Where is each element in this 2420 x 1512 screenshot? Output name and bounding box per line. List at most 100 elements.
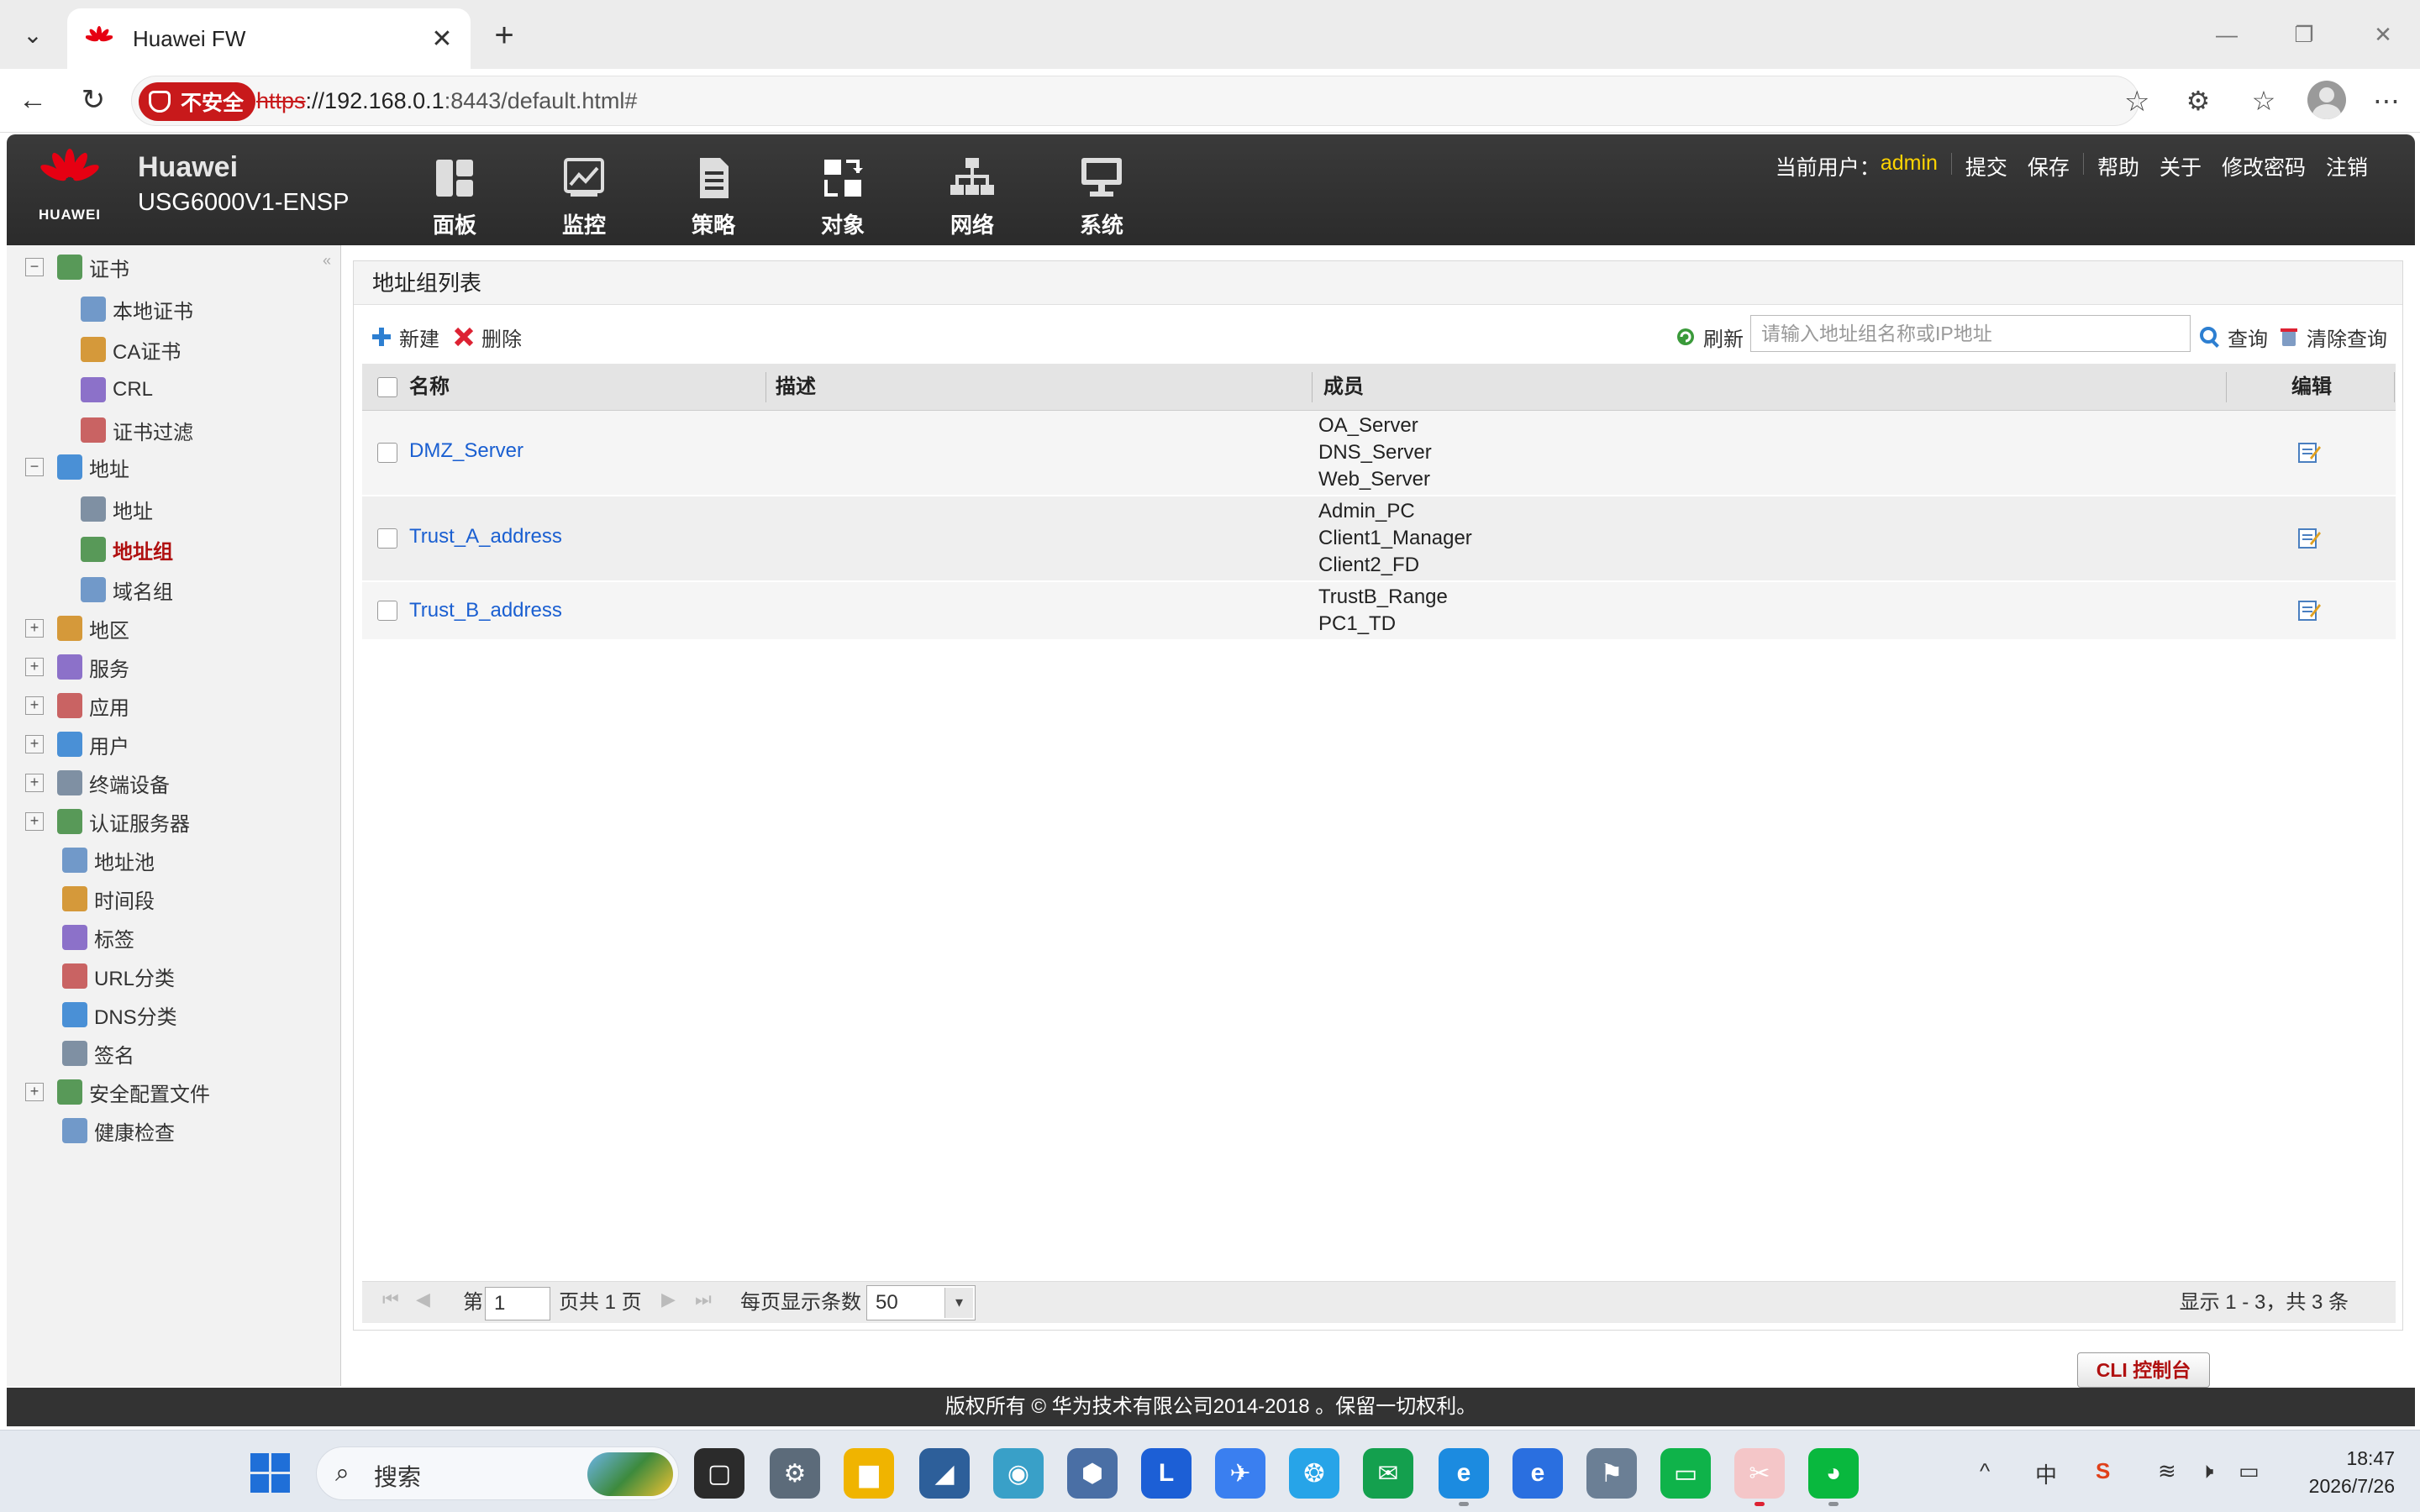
- collapse-icon[interactable]: −: [25, 258, 44, 276]
- refresh-button[interactable]: 刷新: [1675, 322, 1744, 352]
- column-members[interactable]: 成员: [1323, 364, 1364, 411]
- last-page-icon[interactable]: ⏭: [695, 1289, 712, 1310]
- favorite-star-icon[interactable]: ☆: [2124, 85, 2149, 118]
- sidebar-item[interactable]: + 认证服务器: [25, 806, 190, 837]
- extensions-icon[interactable]: ⚙: [2178, 81, 2218, 121]
- app-swirl-icon[interactable]: ❂: [1289, 1448, 1339, 1499]
- wechat-icon[interactable]: ◕: [1808, 1448, 1859, 1499]
- about-link[interactable]: 关于: [2149, 151, 2212, 181]
- insecure-badge[interactable]: 不安全: [139, 82, 256, 121]
- profile-avatar[interactable]: [2307, 81, 2346, 119]
- restore-icon[interactable]: ❐: [2279, 15, 2329, 54]
- expand-icon[interactable]: +: [25, 735, 44, 753]
- sidebar-item[interactable]: 健康检查: [62, 1116, 175, 1146]
- green-app-icon[interactable]: ✉: [1363, 1448, 1413, 1499]
- search-input[interactable]: 请输入地址组名称或IP地址: [1750, 315, 2191, 352]
- address-bar[interactable]: 不安全 https://192.168.0.1:8443/default.htm…: [131, 76, 2139, 126]
- column-name[interactable]: 名称: [409, 364, 450, 411]
- wifi-icon[interactable]: ≋: [2158, 1458, 2176, 1484]
- tab-list-dropdown-icon[interactable]: ⌄: [12, 15, 54, 54]
- change-password-link[interactable]: 修改密码: [2212, 151, 2316, 181]
- sidebar-item[interactable]: 地址: [81, 494, 153, 524]
- taskbar-clock[interactable]: 18:47 2026/7/26: [2269, 1445, 2395, 1500]
- table-row[interactable]: Trust_B_address TrustB_Range PC1_TD: [362, 582, 2396, 639]
- delete-button[interactable]: 删除: [453, 322, 522, 352]
- row-name-link[interactable]: Trust_A_address: [409, 525, 562, 549]
- new-button[interactable]: 新建: [371, 322, 439, 352]
- sidebar-item[interactable]: 标签: [62, 922, 134, 953]
- menu-monitor[interactable]: 监控: [538, 156, 630, 240]
- help-link[interactable]: 帮助: [2087, 151, 2149, 181]
- sidebar-item[interactable]: + 用户: [25, 729, 129, 759]
- edit-icon[interactable]: [2296, 597, 2322, 622]
- edit-icon[interactable]: [2296, 439, 2322, 465]
- first-page-icon[interactable]: ⏮: [382, 1289, 399, 1310]
- sidebar-item[interactable]: 地址池: [62, 845, 155, 875]
- collapse-icon[interactable]: −: [25, 458, 44, 476]
- menu-dashboard[interactable]: 面板: [408, 156, 501, 240]
- menu-system[interactable]: 系统: [1055, 156, 1148, 240]
- reload-icon[interactable]: ↻: [71, 77, 116, 123]
- sidebar-item[interactable]: − 证书: [25, 252, 129, 282]
- table-row[interactable]: DMZ_Server OA_Server DNS_Server Web_Server: [362, 411, 2396, 495]
- table-row[interactable]: Trust_A_address Admin_PC Client1_Manager C…: [362, 496, 2396, 580]
- sidebar-item[interactable]: + 地区: [25, 613, 129, 643]
- per-page-select[interactable]: 50 ▾: [866, 1285, 976, 1320]
- task-view-icon[interactable]: ▢: [694, 1448, 744, 1499]
- next-page-icon[interactable]: ▶: [661, 1289, 676, 1310]
- settings-icon[interactable]: ⚙: [770, 1448, 820, 1499]
- logout-link[interactable]: 注销: [2316, 151, 2378, 181]
- collapse-sidebar-icon[interactable]: «: [323, 252, 331, 270]
- feishu-icon[interactable]: ✈: [1215, 1448, 1265, 1499]
- ime-indicator[interactable]: 中: [2035, 1458, 2057, 1489]
- sidebar-item[interactable]: + 应用: [25, 690, 129, 721]
- chat-app-icon[interactable]: ▭: [1660, 1448, 1711, 1499]
- expand-icon[interactable]: +: [25, 696, 44, 715]
- sidebar-item[interactable]: + 终端设备: [25, 768, 170, 798]
- battery-icon[interactable]: ▭: [2238, 1458, 2260, 1484]
- cli-console-button[interactable]: CLI 控制台: [2077, 1352, 2210, 1388]
- expand-icon[interactable]: +: [25, 812, 44, 831]
- tab-close-icon[interactable]: ✕: [425, 24, 459, 54]
- sidebar-item[interactable]: URL分类: [62, 961, 175, 991]
- sidebar-item[interactable]: 时间段: [62, 884, 155, 914]
- sidebar-item[interactable]: CA证书: [81, 334, 181, 365]
- select-all-checkbox[interactable]: [377, 377, 397, 397]
- sidebar-item[interactable]: 地址组: [81, 534, 173, 564]
- row-name-link[interactable]: Trust_B_address: [409, 599, 562, 622]
- start-windows-icon[interactable]: [250, 1453, 291, 1494]
- ensp-icon[interactable]: ◉: [993, 1448, 1044, 1499]
- edit-icon[interactable]: [2296, 525, 2322, 550]
- row-checkbox[interactable]: [377, 443, 397, 463]
- sidebar-item[interactable]: 本地证书: [81, 294, 193, 324]
- virtualbox-icon[interactable]: ⬢: [1067, 1448, 1118, 1499]
- row-checkbox[interactable]: [377, 601, 397, 621]
- query-button[interactable]: 查询: [2199, 322, 2268, 352]
- taskbar-search[interactable]: ⌕ 搜索: [316, 1446, 679, 1500]
- expand-icon[interactable]: +: [25, 774, 44, 792]
- minimize-icon[interactable]: —: [2202, 15, 2252, 54]
- sidebar-item[interactable]: DNS分类: [62, 1000, 177, 1030]
- page-number-input[interactable]: 1: [485, 1287, 550, 1320]
- chevron-down-icon[interactable]: ▾: [944, 1288, 973, 1318]
- more-menu-icon[interactable]: ⋯: [2366, 81, 2407, 121]
- expand-icon[interactable]: +: [25, 1083, 44, 1101]
- sidebar-item[interactable]: 域名组: [81, 575, 173, 605]
- sidebar-item[interactable]: + 服务: [25, 652, 129, 682]
- row-name-link[interactable]: DMZ_Server: [409, 439, 523, 463]
- snipping-tool-icon[interactable]: ✂: [1734, 1448, 1785, 1499]
- menu-network[interactable]: 网络: [926, 156, 1018, 240]
- expand-icon[interactable]: +: [25, 619, 44, 638]
- save-link[interactable]: 保存: [2018, 151, 2080, 181]
- expand-icon[interactable]: +: [25, 658, 44, 676]
- prev-page-icon[interactable]: ◀: [416, 1289, 430, 1310]
- sogou-ime-icon[interactable]: S: [2096, 1458, 2110, 1484]
- column-description[interactable]: 描述: [776, 364, 816, 411]
- clear-query-button[interactable]: 清除查询: [2278, 322, 2387, 352]
- tool-app-icon[interactable]: ⚑: [1586, 1448, 1637, 1499]
- edge-ai-icon[interactable]: e: [1512, 1448, 1563, 1499]
- volume-muted-icon[interactable]: 🕨: [2200, 1458, 2213, 1485]
- lark-l-icon[interactable]: L: [1141, 1448, 1192, 1499]
- close-window-icon[interactable]: ✕: [2358, 15, 2408, 54]
- new-tab-icon[interactable]: +: [482, 13, 526, 57]
